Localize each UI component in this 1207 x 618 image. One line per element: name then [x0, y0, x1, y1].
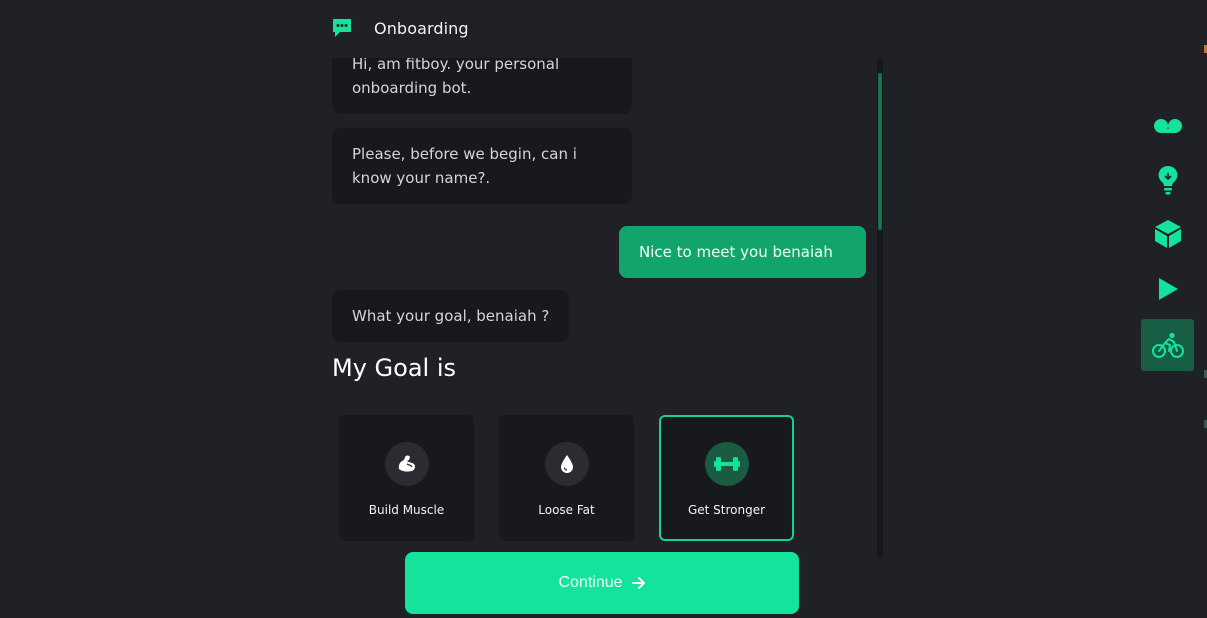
- flexed-arm-icon: [398, 455, 415, 472]
- bot-message: What your goal, benaiah ?: [332, 290, 570, 342]
- nav-item-ideas[interactable]: [1141, 154, 1194, 206]
- page-title: Onboarding: [374, 18, 469, 38]
- play-icon: [1158, 278, 1178, 300]
- goal-option-loose-fat[interactable]: Loose Fat: [499, 415, 634, 541]
- user-message: Nice to meet you benaiah: [619, 226, 866, 278]
- goal-option-get-stronger[interactable]: Get Stronger: [659, 415, 794, 541]
- chat-area[interactable]: Hi, am fitboy. your personal onboarding …: [332, 58, 884, 558]
- voicemail-icon: [1153, 119, 1182, 133]
- goal-icon-wrap: [544, 442, 589, 486]
- app-header: Onboarding: [331, 15, 469, 41]
- nav-item-videos[interactable]: [1141, 263, 1194, 315]
- goal-icon-wrap: [384, 442, 429, 486]
- chat-scrollbar-thumb[interactable]: [878, 73, 882, 230]
- arrow-right-icon: [631, 577, 645, 589]
- goal-option-build-muscle[interactable]: Build Muscle: [339, 415, 474, 541]
- continue-button[interactable]: Continue: [405, 552, 799, 614]
- lightbulb-icon: [1158, 165, 1177, 195]
- goal-label: Loose Fat: [538, 503, 595, 517]
- chat-bubble-icon: [333, 19, 351, 37]
- nav-item-packages[interactable]: [1141, 208, 1194, 260]
- dumbbell-icon: [713, 457, 740, 471]
- bicycle-icon: [1151, 332, 1184, 358]
- nav-item-workout[interactable]: [1141, 319, 1194, 371]
- goal-icon-wrap: [704, 442, 749, 486]
- goal-heading: My Goal is: [332, 354, 456, 382]
- cube-icon: [1154, 220, 1181, 248]
- continue-label: Continue: [558, 574, 623, 591]
- goal-label: Get Stronger: [687, 503, 766, 517]
- goal-label: Build Muscle: [368, 503, 445, 517]
- bot-message: Please, before we begin, can i know your…: [332, 128, 632, 204]
- bot-message: Hi, am fitboy. your personal onboarding …: [332, 58, 632, 114]
- nav-item-voicemail[interactable]: [1141, 100, 1194, 152]
- chat-scrollbar[interactable]: [877, 58, 883, 558]
- water-drop-icon: [560, 455, 573, 473]
